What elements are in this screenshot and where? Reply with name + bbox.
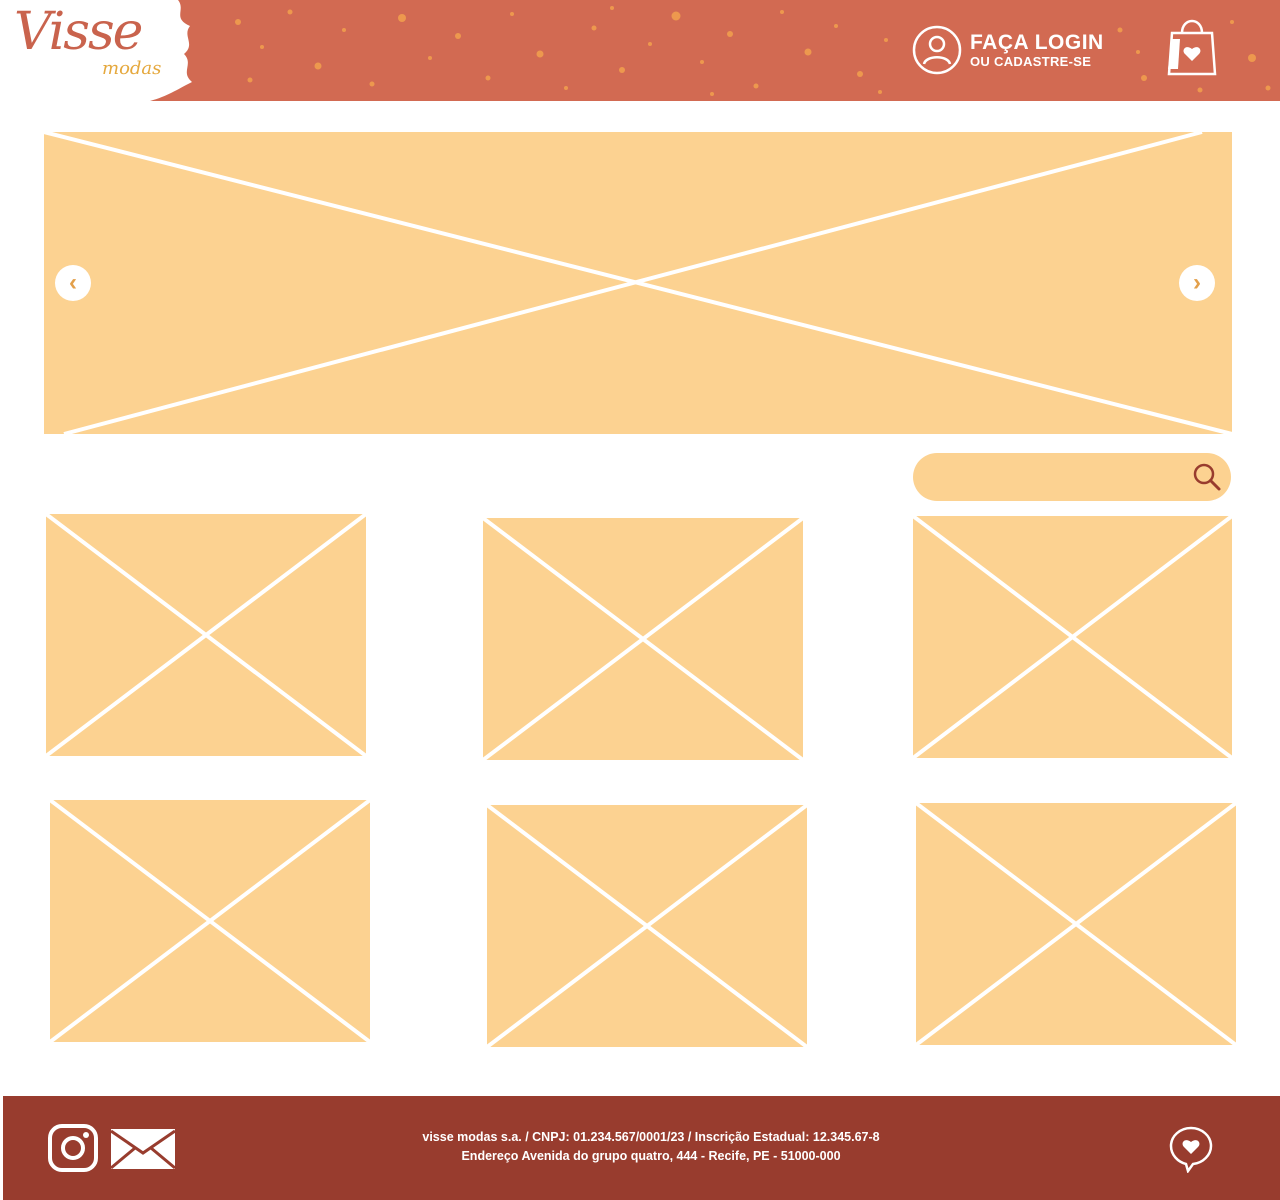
site-footer: visse modas s.a. / CNPJ: 01.234.567/0001… [3,1096,1280,1200]
logo-subtext: modas [102,58,162,79]
search-bar [913,453,1231,501]
hero-banner-carousel: ‹ › [44,132,1232,434]
product-card[interactable] [46,514,366,756]
company-legal-info: visse modas s.a. / CNPJ: 01.234.567/0001… [422,1130,880,1144]
mail-icon[interactable] [109,1127,177,1171]
product-card[interactable] [50,800,370,1042]
product-card[interactable] [916,803,1236,1045]
product-image-placeholder [487,805,807,1047]
instagram-icon[interactable] [47,1123,99,1173]
login-subtitle: OU CADASTRE-SE [970,53,1092,69]
product-card[interactable] [487,805,807,1047]
product-image-placeholder [913,516,1232,758]
heart-chat-icon[interactable] [1168,1125,1214,1173]
company-info: visse modas s.a. / CNPJ: 01.234.567/0001… [303,1128,999,1166]
shopping-bag-heart-icon[interactable] [1166,17,1218,77]
carousel-prev-button[interactable]: ‹ [55,265,91,301]
product-image-placeholder [916,803,1236,1045]
product-card[interactable] [913,516,1232,758]
product-image-placeholder [483,518,803,760]
search-icon[interactable] [1192,462,1222,492]
product-card[interactable] [483,518,803,760]
banner-image-placeholder [44,132,1232,434]
search-input[interactable] [931,463,1185,493]
product-image-placeholder [46,514,366,756]
carousel-next-button[interactable]: › [1179,265,1215,301]
product-image-placeholder [50,800,370,1042]
logo-text: Visse [14,2,143,62]
login-link[interactable]: FAÇA LOGIN OU CADASTRE-SE [912,24,1104,76]
site-header: Visse modas FAÇA LOGIN OU CADASTRE-SE [0,0,1280,101]
company-address: Endereço Avenida do grupo quatro, 444 - … [461,1149,841,1163]
logo[interactable]: Visse modas [0,0,200,101]
login-title: FAÇA LOGIN [970,30,1104,54]
user-circle-icon [912,25,962,75]
